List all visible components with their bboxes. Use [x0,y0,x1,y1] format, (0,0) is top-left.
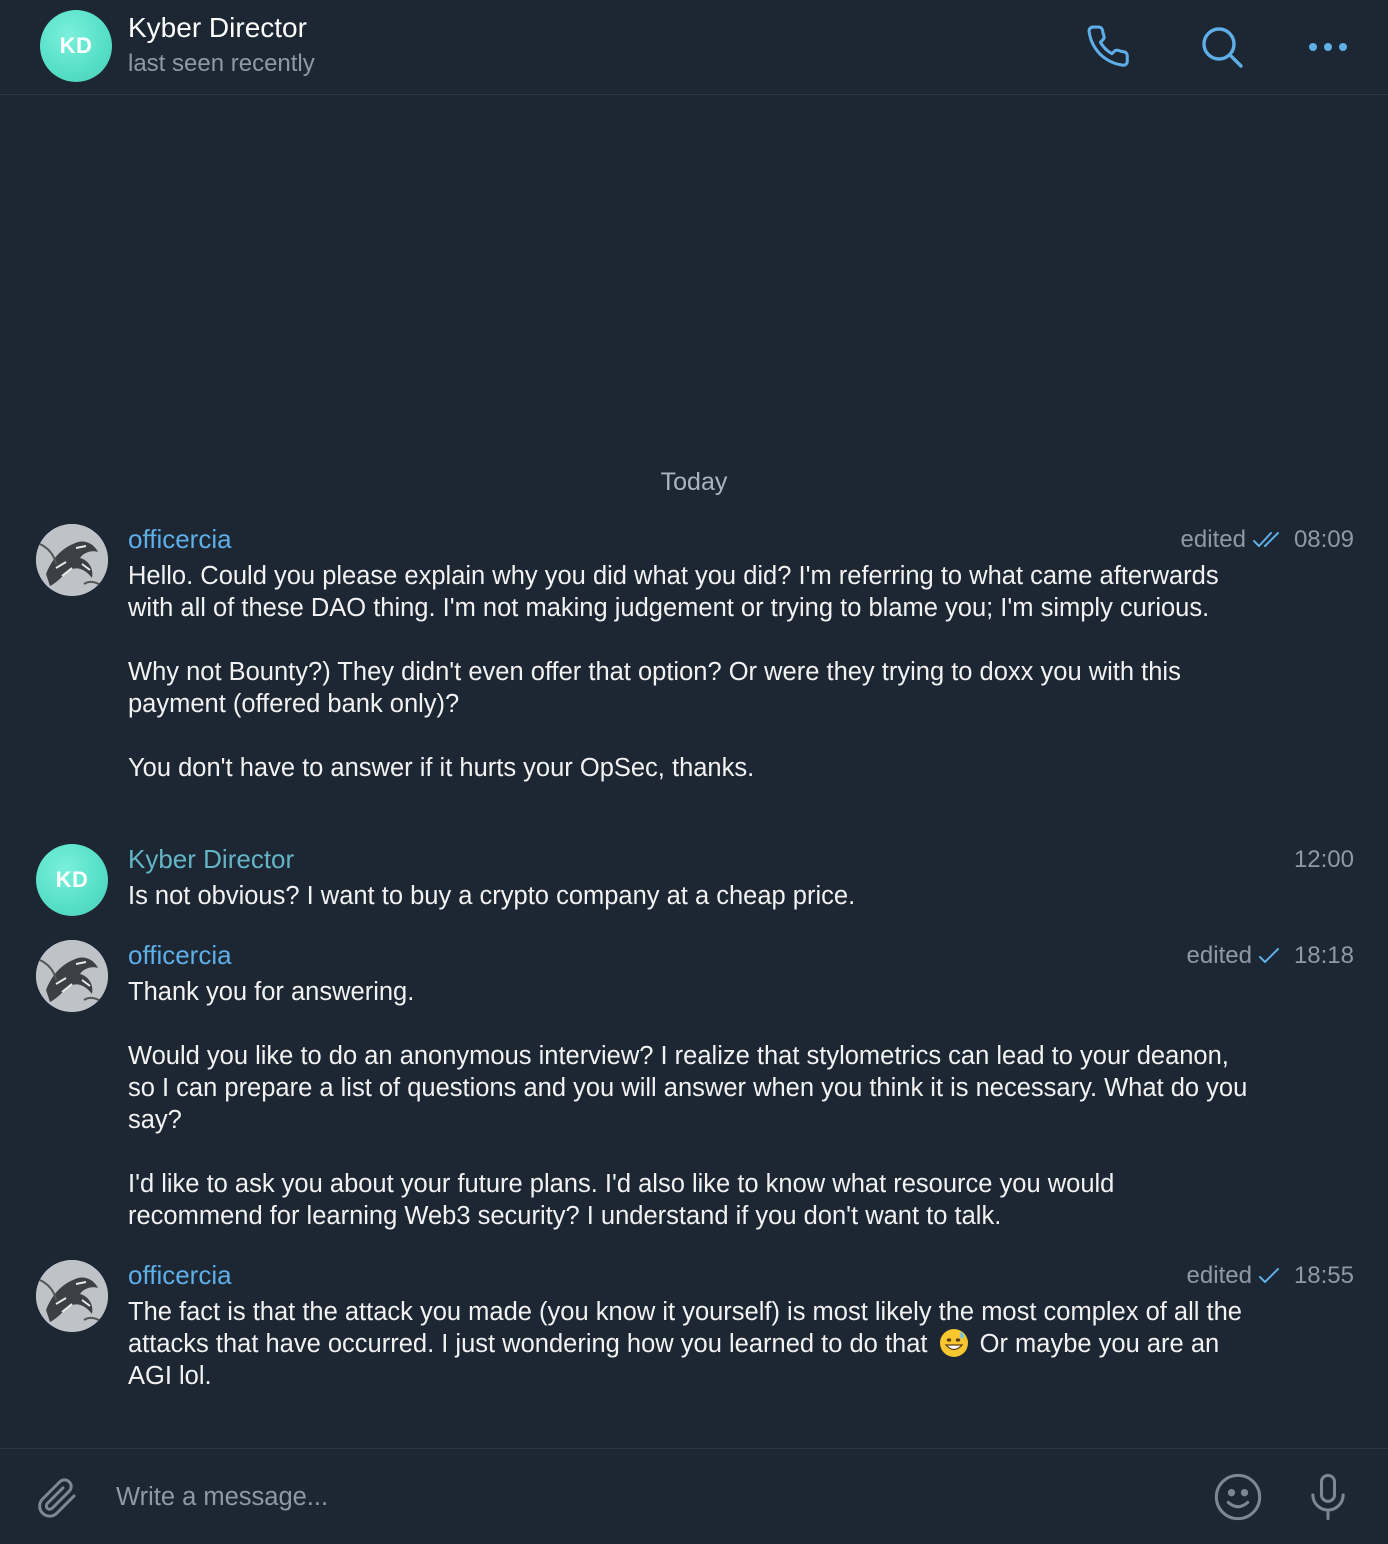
sender-name[interactable]: officercia [128,940,232,971]
message[interactable]: officercia edited 18:18 Thank you for an… [0,940,1388,1240]
message-meta: edited 18:18 [1187,942,1354,970]
date-separator: Today [660,468,728,496]
chat-title[interactable]: Kyber Director [128,12,307,44]
check-icon [1258,946,1282,966]
check-icon [1258,1266,1282,1286]
message-text: Thank you for answering. Would you like … [128,976,1248,1232]
edited-label: edited [1180,526,1246,553]
message-paragraph: You don't have to answer if it hurts you… [128,754,755,782]
message-time: 18:55 [1293,1262,1354,1289]
chat-header: KD Kyber Director last seen recently [0,0,1388,95]
message-text: Hello. Could you please explain why you … [128,560,1248,784]
message-paragraph: The fact is that the attack you made (yo… [128,1296,1248,1392]
message-time: 12:00 [1293,846,1354,873]
microphone-icon[interactable] [1300,1469,1356,1525]
sender-name[interactable]: officercia [128,524,232,555]
message-meta: edited 08:09 [1181,526,1354,554]
sender-name[interactable]: officercia [128,1260,232,1291]
edited-label: edited [1186,1262,1252,1289]
message-text: The fact is that the attack you made (yo… [128,1296,1248,1392]
message-time: 08:09 [1293,526,1354,553]
attach-icon[interactable] [28,1469,84,1525]
search-icon[interactable] [1197,22,1247,72]
message-paragraph: Hello. Could you please explain why you … [128,562,1219,622]
message-composer [0,1448,1388,1544]
edited-label: edited [1186,942,1252,969]
message[interactable]: KD Kyber Director 12:00 Is not obvious? … [0,844,1388,924]
message-time: 18:18 [1293,942,1354,969]
message-input[interactable] [100,1467,1180,1527]
message-paragraph: Why not Bounty?) They didn't even offer … [128,658,1181,718]
grinning-sweat-emoji-icon [939,1328,969,1358]
message-list[interactable]: Today officercia edited 08:09 Hello. Cou… [0,96,1388,1448]
message-text: Is not obvious? I want to buy a crypto c… [128,880,1248,912]
user-avatar[interactable] [36,940,108,1012]
message[interactable]: officercia edited 18:55 The fact is that… [0,1260,1388,1400]
message-paragraph: Is not obvious? I want to buy a crypto c… [128,882,856,910]
emoji-icon[interactable] [1210,1469,1266,1525]
double-check-icon [1252,530,1282,550]
message-paragraph: Thank you for answering. [128,978,415,1006]
message-meta: edited 18:55 [1187,1262,1354,1290]
phone-icon[interactable] [1085,22,1135,72]
user-avatar[interactable] [36,524,108,596]
chat-status: last seen recently [128,50,315,77]
header-avatar[interactable]: KD [40,10,112,82]
more-icon[interactable] [1303,22,1353,72]
message-meta: 12:00 [1288,846,1354,874]
message[interactable]: officercia edited 08:09 Hello. Could you… [0,524,1388,824]
sender-name[interactable]: Kyber Director [128,844,294,875]
user-avatar[interactable]: KD [36,844,108,916]
message-paragraph: Would you like to do an anonymous interv… [128,1042,1248,1134]
user-avatar[interactable] [36,1260,108,1332]
message-paragraph: I'd like to ask you about your future pl… [128,1170,1115,1230]
